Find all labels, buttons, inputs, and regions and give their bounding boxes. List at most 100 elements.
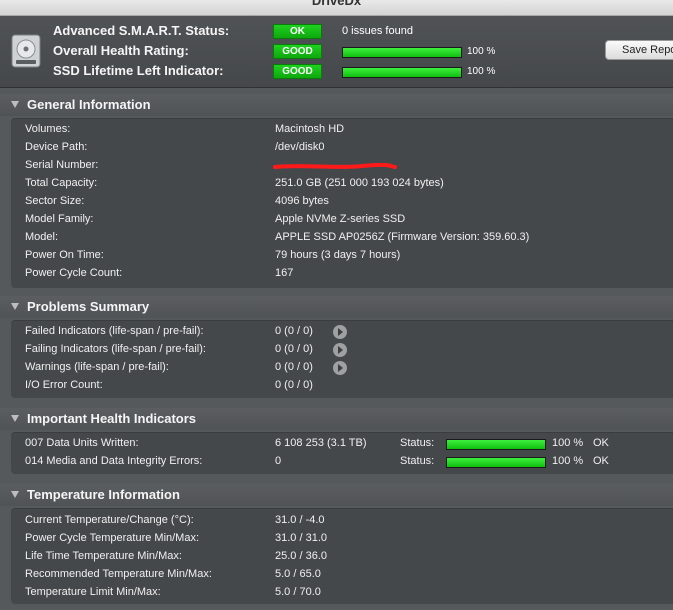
row-value: 25.0 / 36.0 <box>275 550 327 562</box>
row-value: 5.0 / 65.0 <box>275 568 321 580</box>
row-label: Failing Indicators (life-span / pre-fail… <box>25 343 206 355</box>
health-rating-row: Overall Health Rating: GOOD 100 % <box>0 42 673 62</box>
health-row-integrity-errors: 014 Media and Data Integrity Errors: 0 S… <box>11 453 673 471</box>
row-label: Temperature Limit Min/Max: <box>25 586 161 598</box>
lifetime-left-row: SSD Lifetime Left Indicator: GOOD 100 % <box>0 62 673 82</box>
row-label: Device Path: <box>25 141 88 153</box>
arrow-right-icon[interactable] <box>333 361 347 375</box>
row-value: Macintosh HD <box>275 123 345 135</box>
row-value: 5.0 / 70.0 <box>275 586 321 598</box>
status-bar <box>446 457 546 468</box>
info-row-model: Model: APPLE SSD AP0256Z (Firmware Versio… <box>11 229 673 247</box>
lifetime-left-bar-fill <box>343 68 461 77</box>
window-titlebar: DriveDx <box>0 0 673 16</box>
row-value: 0 <box>275 455 282 467</box>
smart-status-label: Advanced S.M.A.R.T. Status: <box>53 23 230 38</box>
problems-summary-panel: Failed Indicators (life-span / pre-fail)… <box>11 320 673 398</box>
smart-status-badge: OK <box>273 24 322 39</box>
health-rating-badge: GOOD <box>273 44 322 59</box>
problems-summary-header[interactable]: Problems Summary <box>0 296 673 318</box>
row-value: /dev/disk0 <box>275 141 325 153</box>
temp-row-limit: Temperature Limit Min/Max: 5.0 / 70.0 <box>11 584 673 602</box>
temp-row-power-cycle: Power Cycle Temperature Min/Max: 31.0 / 3… <box>11 530 673 548</box>
problems-summary-title: Problems Summary <box>27 299 150 314</box>
row-label: Current Temperature/Change (°C): <box>25 514 194 526</box>
arrow-right-icon[interactable] <box>333 325 347 339</box>
row-label: Power On Time: <box>25 249 104 261</box>
row-label: Model: <box>25 231 59 243</box>
temp-row-current: Current Temperature/Change (°C): 31.0 / -… <box>11 512 673 530</box>
info-row-volumes: Volumes: Macintosh HD <box>11 121 673 139</box>
smart-issues-text: 0 issues found <box>342 25 413 37</box>
disclosure-triangle-icon[interactable] <box>11 101 19 108</box>
info-row-sector-size: Sector Size: 4096 bytes <box>11 193 673 211</box>
row-label: Power Cycle Temperature Min/Max: <box>25 532 200 544</box>
serial-redaction-mark <box>273 163 397 169</box>
status-bar-fill <box>447 458 545 467</box>
info-row-capacity: Total Capacity: 251.0 GB (251 000 193 024… <box>11 175 673 193</box>
temperature-info-header[interactable]: Temperature Information <box>0 484 673 506</box>
row-label: Warnings (life-span / pre-fail): <box>25 361 169 373</box>
status-percent: 100 % <box>552 437 584 449</box>
info-row-device-path: Device Path: /dev/disk0 <box>11 139 673 157</box>
health-indicators-panel: 007 Data Units Written: 6 108 253 (3.1 T… <box>11 432 673 474</box>
row-value: 167 <box>275 267 294 279</box>
row-value: 31.0 / -4.0 <box>275 514 325 526</box>
disclosure-triangle-icon[interactable] <box>11 491 19 498</box>
row-value: Apple NVMe Z-series SSD <box>275 213 406 225</box>
row-label: Volumes: <box>25 123 71 135</box>
row-label: Model Family: <box>25 213 94 225</box>
info-row-power-on-time: Power On Time: 79 hours (3 days 7 hours) <box>11 247 673 265</box>
row-label: 014 Media and Data Integrity Errors: <box>25 455 203 467</box>
row-label: Total Capacity: <box>25 177 98 189</box>
smart-status-row: Advanced S.M.A.R.T. Status: OK 0 issues … <box>0 22 673 42</box>
row-value: 79 hours (3 days 7 hours) <box>275 249 401 261</box>
window-title: DriveDx <box>311 0 362 8</box>
status-percent: 100 % <box>552 455 584 467</box>
status-state: OK <box>593 455 609 467</box>
temperature-info-panel: Current Temperature/Change (°C): 31.0 / -… <box>11 508 673 604</box>
row-value: 0 (0 / 0) <box>275 325 313 337</box>
row-value: 0 (0 / 0) <box>275 379 313 391</box>
row-label: Sector Size: <box>25 195 85 207</box>
lifetime-left-label: SSD Lifetime Left Indicator: <box>53 63 224 78</box>
row-value: 0 (0 / 0) <box>275 343 313 355</box>
health-rating-bar <box>342 47 462 58</box>
row-value: 4096 bytes <box>275 195 329 207</box>
row-label: Power Cycle Count: <box>25 267 123 279</box>
lifetime-left-percent: 100 % <box>467 66 496 77</box>
general-info-header[interactable]: General Information <box>0 94 673 116</box>
row-label: Serial Number: <box>25 159 99 171</box>
row-label: I/O Error Count: <box>25 379 103 391</box>
status-bar-fill <box>447 440 545 449</box>
row-value: 31.0 / 31.0 <box>275 532 327 544</box>
arrow-right-icon[interactable] <box>333 343 347 357</box>
row-label: 007 Data Units Written: <box>25 437 139 449</box>
health-indicators-header[interactable]: Important Health Indicators <box>0 408 673 430</box>
problem-row-warnings: Warnings (life-span / pre-fail): 0 (0 / 0… <box>11 359 673 377</box>
general-info-title: General Information <box>27 97 151 112</box>
general-info-panel: Volumes: Macintosh HD Device Path: /dev/di… <box>11 118 673 288</box>
lifetime-left-bar <box>342 67 462 78</box>
temp-row-lifetime: Life Time Temperature Min/Max: 25.0 / 36.… <box>11 548 673 566</box>
status-label: Status: <box>400 455 435 467</box>
disclosure-triangle-icon[interactable] <box>11 415 19 422</box>
row-value: APPLE SSD AP0256Z (Firmware Version: 359… <box>275 231 530 243</box>
row-label: Recommended Temperature Min/Max: <box>25 568 212 580</box>
disclosure-triangle-icon[interactable] <box>11 303 19 310</box>
health-indicators-title: Important Health Indicators <box>27 411 197 426</box>
info-row-model-family: Model Family: Apple NVMe Z-series SSD <box>11 211 673 229</box>
save-report-button[interactable]: Save Repo <box>605 40 673 60</box>
problem-row-failing: Failing Indicators (life-span / pre-fail… <box>11 341 673 359</box>
health-rating-percent: 100 % <box>467 46 496 57</box>
row-value: 0 (0 / 0) <box>275 361 313 373</box>
row-value: 251.0 GB (251 000 193 024 bytes) <box>275 177 444 189</box>
status-header: Advanced S.M.A.R.T. Status: OK 0 issues … <box>0 16 673 88</box>
row-label: Failed Indicators (life-span / pre-fail)… <box>25 325 204 337</box>
info-row-power-cycle-count: Power Cycle Count: 167 <box>11 265 673 283</box>
status-bar <box>446 439 546 450</box>
temperature-info-title: Temperature Information <box>27 487 180 502</box>
health-row-data-units-written: 007 Data Units Written: 6 108 253 (3.1 T… <box>11 435 673 453</box>
problem-row-io-errors: I/O Error Count: 0 (0 / 0) <box>11 377 673 395</box>
row-value: 6 108 253 (3.1 TB) <box>275 437 367 449</box>
